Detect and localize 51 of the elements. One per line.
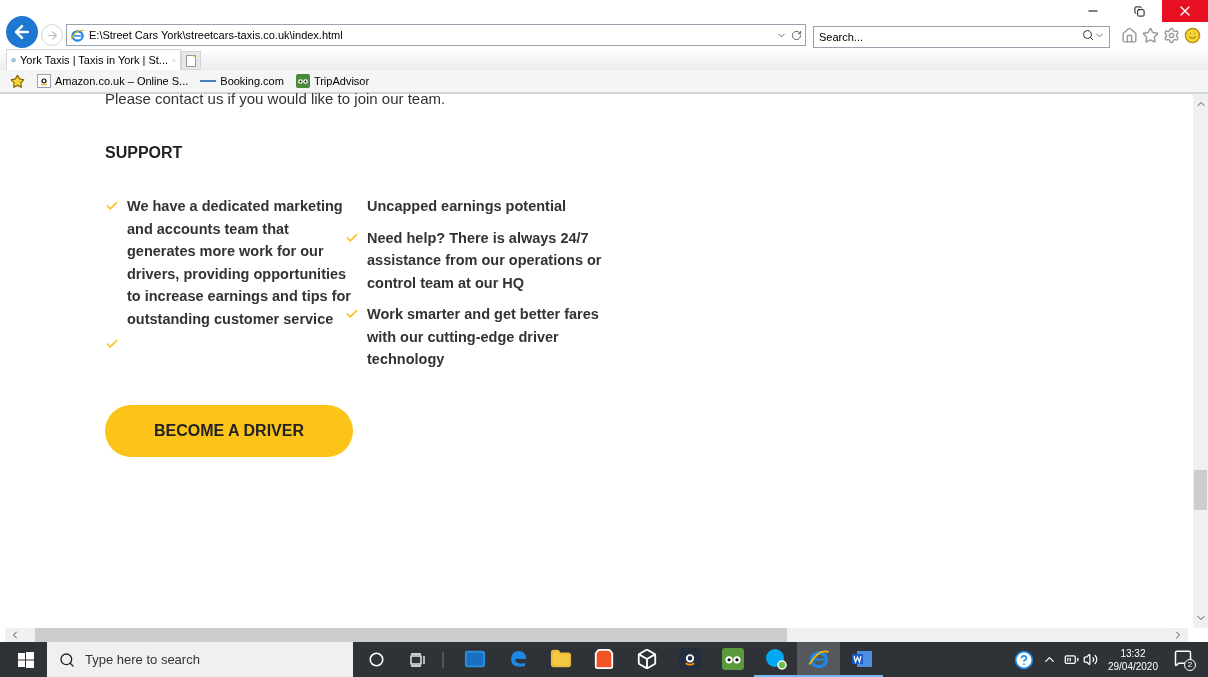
clock-date: 29/04/2020	[1107, 659, 1158, 673]
folder-icon	[549, 647, 572, 670]
browser-logo-icon	[807, 647, 830, 670]
settings-icon[interactable]	[1163, 26, 1180, 44]
vertical-scrollbar[interactable]	[1193, 94, 1208, 628]
horizontal-scrollbar[interactable]	[5, 628, 1188, 642]
close-button[interactable]	[1162, 0, 1208, 22]
new-tab-button[interactable]	[181, 51, 201, 70]
browser-logo-icon	[70, 27, 85, 43]
benefit-text: Work smarter and get better fares with our cutting-edge driver technology	[367, 305, 600, 369]
star-icon[interactable]	[1142, 26, 1159, 44]
address-field[interactable]: E:\Street Cars York\streetcars-taxis.co.uk\index.html	[66, 24, 806, 46]
restore-icon	[1133, 5, 1145, 17]
windows-logo-icon	[18, 651, 34, 668]
favorite-link[interactable]: TripAdvisor	[295, 72, 370, 90]
notifications-button[interactable]: 2	[1174, 648, 1196, 671]
benefit-text: Need help? There is always 24/7 assistance from our operations or control team at our HQ	[367, 228, 603, 293]
browser-tab[interactable]: York Taxis | Taxis in York | St...	[6, 49, 181, 70]
tab-title: York Taxis | Taxis in York | St...	[20, 52, 169, 68]
refresh-icon[interactable]	[791, 29, 802, 41]
benefit-text: Uncapped earnings potential	[367, 197, 566, 216]
favorites-star-icon[interactable]	[10, 73, 25, 89]
notifications-icon	[1174, 648, 1192, 667]
back-button[interactable]	[6, 16, 38, 48]
search-icon[interactable]	[1082, 29, 1094, 41]
favorite-link[interactable]: Amazon.co.uk – Online S...	[37, 72, 189, 90]
volume-icon[interactable]	[1082, 652, 1098, 667]
task-view-icon[interactable]	[410, 652, 426, 667]
clock-time: 13:32	[1120, 646, 1146, 660]
cortana-icon[interactable]	[369, 652, 384, 667]
search-icon	[59, 652, 75, 668]
address-text: E:\Street Cars York\streetcars-taxis.co.uk\index.html	[89, 27, 344, 43]
owl-icon	[721, 647, 744, 670]
home-icon[interactable]	[1121, 26, 1138, 44]
search-field[interactable]: Search...	[813, 26, 1110, 48]
intro-text: Please contact us if you would like to join our team.	[105, 92, 447, 106]
become-driver-button[interactable]: BECOME A DRIVER	[105, 404, 353, 457]
favorite-link[interactable]: Booking.com	[200, 72, 284, 90]
section-heading: SUPPORT	[105, 143, 184, 163]
owl-icon	[295, 74, 310, 88]
taskbar-search-field[interactable]: Type here to search	[47, 642, 353, 677]
smiley-icon[interactable]	[1184, 26, 1201, 44]
new-tab-icon	[186, 54, 196, 67]
forward-arrow-icon	[45, 28, 59, 42]
help-icon[interactable]	[1013, 649, 1034, 670]
notification-count: 2	[1184, 658, 1196, 671]
scroll-thumb[interactable]	[35, 628, 787, 642]
battery-icon[interactable]	[1063, 652, 1079, 667]
scroll-thumb[interactable]	[1194, 470, 1207, 510]
clock[interactable]: 13:32 29/04/2020	[1105, 646, 1160, 673]
benefit-text: We have a dedicated marketing and accounts team that generates more work for our drivers, providing opportunities to increase earnings and tips for outstanding customer service	[127, 197, 352, 329]
